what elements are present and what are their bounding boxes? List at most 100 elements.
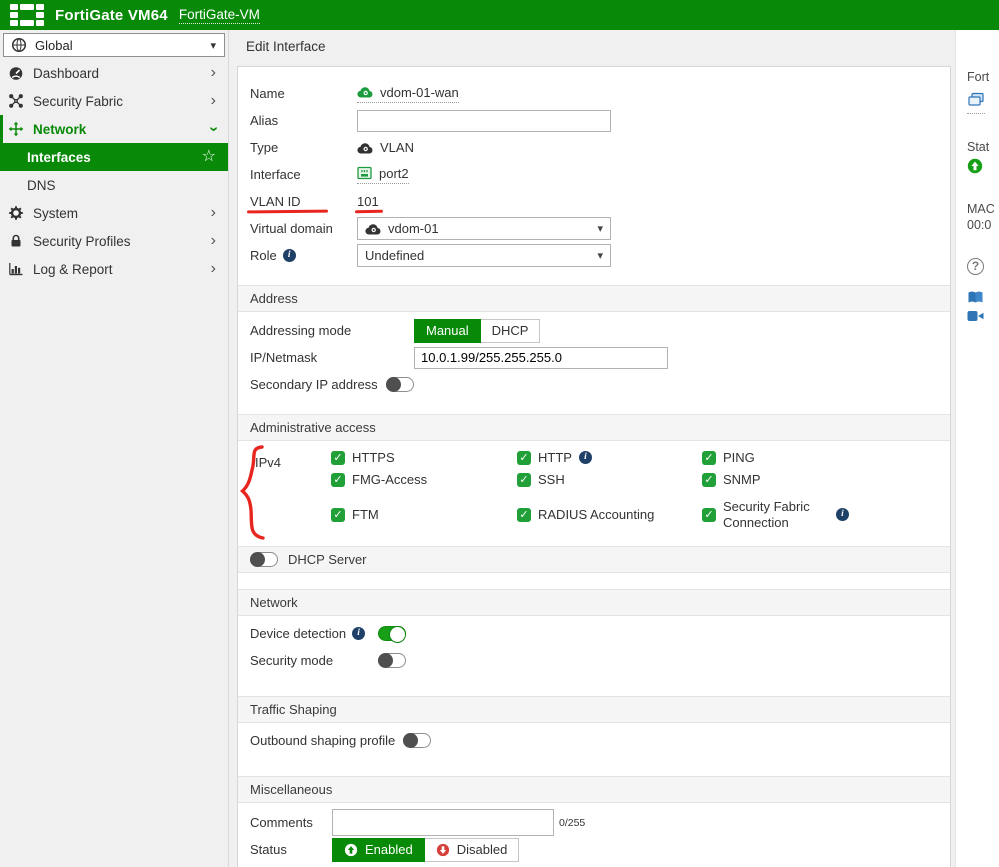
arrow-down-circle-icon [436, 843, 450, 857]
virtual-domain-label: Virtual domain [250, 221, 357, 236]
ip-netmask-input[interactable] [414, 347, 668, 369]
interface-row: Interface port2 [238, 161, 950, 188]
status-disabled-button[interactable]: Disabled [425, 838, 520, 862]
checkbox-checked-icon[interactable] [517, 473, 531, 487]
device-detection-row: Device detection [238, 620, 950, 647]
sidebar-item-network[interactable]: Network › [0, 115, 228, 143]
main-content: Edit Interface Name vdom-01-wan Alias Ty… [229, 30, 955, 867]
arrow-up-circle-icon [344, 843, 358, 857]
vlan-id-label: VLAN ID [250, 194, 357, 209]
checkbox-http[interactable]: HTTP [517, 450, 702, 465]
port-icon [357, 166, 372, 180]
checkbox-checked-icon[interactable] [702, 451, 716, 465]
vlan-cloud-icon [357, 86, 373, 98]
status-segmented: Enabled Disabled [332, 838, 519, 862]
checkbox-ping[interactable]: PING [702, 450, 914, 465]
checkbox-radius-accounting[interactable]: RADIUS Accounting [517, 507, 702, 522]
section-title: Miscellaneous [250, 782, 332, 797]
alias-row: Alias [238, 107, 950, 134]
info-icon[interactable] [579, 451, 592, 464]
miscellaneous-section-header: Miscellaneous [238, 776, 950, 803]
sidebar-item-security-profiles[interactable]: Security Profiles › [0, 227, 228, 255]
checkbox-checked-icon[interactable] [517, 451, 531, 465]
right-info-panel: Fort Stat MAC 00:0 [955, 30, 999, 867]
checkbox-checked-icon[interactable] [331, 451, 345, 465]
virtual-domain-value: vdom-01 [388, 221, 439, 236]
stacked-copies-icon [967, 92, 985, 108]
outbound-shaping-toggle[interactable] [403, 733, 431, 748]
section-title: Administrative access [250, 420, 376, 435]
checkbox-checked-icon[interactable] [702, 473, 716, 487]
sidebar-item-label: Network [33, 122, 86, 137]
section-title: DHCP Server [288, 552, 367, 567]
comments-textarea[interactable] [332, 809, 554, 836]
video-tutorial-icon[interactable] [967, 310, 984, 325]
sidebar-item-label: Dashboard [33, 66, 99, 81]
sidebar-item-label: Log & Report [33, 262, 113, 277]
chevron-right-icon: › [211, 205, 216, 221]
sidebar-item-label: Security Fabric [33, 94, 123, 109]
info-icon[interactable] [283, 249, 296, 262]
references-icon[interactable] [967, 92, 985, 114]
sidebar-item-security-fabric[interactable]: Security Fabric › [0, 87, 228, 115]
addressing-mode-dhcp-button[interactable]: DHCP [481, 319, 541, 343]
info-icon[interactable] [352, 627, 365, 640]
info-icon[interactable] [836, 508, 849, 521]
security-mode-row: Security mode [238, 647, 950, 674]
checkbox-checked-icon[interactable] [517, 508, 531, 522]
sidebar-item-system[interactable]: System › [0, 199, 228, 227]
checkbox-ssh[interactable]: SSH [517, 472, 702, 487]
checkbox-https[interactable]: HTTPS [331, 450, 517, 465]
status-enabled-button[interactable]: Enabled [332, 838, 425, 862]
chevron-down-icon: › [205, 126, 221, 131]
addressing-mode-manual-button[interactable]: Manual [414, 319, 481, 343]
virtual-domain-select[interactable]: vdom-01 ▾ [357, 217, 611, 240]
chevron-right-icon: › [211, 93, 216, 109]
secondary-ip-row: Secondary IP address [238, 371, 950, 398]
red-annotation-underline-label [247, 210, 328, 214]
sidebar: Global ▾ Dashboard › Security Fabric › N… [0, 30, 229, 867]
secondary-ip-toggle[interactable] [386, 377, 414, 392]
vlan-id-value[interactable]: 101 [357, 194, 379, 209]
admin-access-body: IPv4 HTTPS HTTP PING [238, 441, 950, 544]
checkbox-fmg-access[interactable]: FMG-Access [331, 472, 517, 487]
vdom-selector[interactable]: Global ▾ [3, 33, 225, 57]
sidebar-item-interfaces[interactable]: Interfaces ☆ [0, 143, 228, 171]
interface-name-link[interactable]: vdom-01-wan [357, 85, 459, 103]
fortigate-app: FortiGate VM64 FortiGate-VM Global ▾ Das… [0, 0, 999, 867]
documentation-book-icon[interactable] [967, 290, 984, 308]
alias-label: Alias [250, 113, 357, 128]
sidebar-item-dns[interactable]: DNS [0, 171, 228, 199]
parent-interface-link[interactable]: port2 [357, 166, 409, 184]
dhcp-server-toggle[interactable] [250, 552, 278, 567]
chevron-down-icon: ▾ [597, 222, 603, 235]
vdom-cloud-icon [365, 223, 381, 235]
sidebar-item-label: Interfaces [27, 150, 91, 165]
vdom-selector-label: Global [35, 38, 73, 53]
name-row: Name vdom-01-wan [238, 80, 950, 107]
checkbox-security-fabric-connection[interactable]: Security Fabric Connection [702, 499, 914, 530]
checkbox-ftm[interactable]: FTM [331, 507, 517, 522]
network-icon [8, 121, 24, 137]
edit-interface-form: Name vdom-01-wan Alias Type VLAN [237, 66, 951, 867]
help-icon[interactable] [967, 258, 984, 275]
security-mode-toggle[interactable] [378, 653, 406, 668]
outbound-shaping-row: Outbound shaping profile [238, 727, 950, 754]
checkbox-checked-icon[interactable] [331, 473, 345, 487]
hostname-menu[interactable]: FortiGate-VM [179, 7, 260, 24]
checkbox-snmp[interactable]: SNMP [702, 472, 914, 487]
sidebar-item-log-report[interactable]: Log & Report › [0, 255, 228, 283]
role-row: Role Undefined ▾ [238, 242, 950, 269]
role-value: Undefined [365, 248, 424, 263]
sidebar-menu: Dashboard › Security Fabric › Network › … [0, 59, 228, 283]
dashboard-icon [8, 65, 24, 81]
sidebar-item-dashboard[interactable]: Dashboard › [0, 59, 228, 87]
section-title: Traffic Shaping [250, 702, 337, 717]
type-row: Type VLAN [238, 134, 950, 161]
checkbox-checked-icon[interactable] [331, 508, 345, 522]
device-detection-toggle[interactable] [378, 626, 406, 641]
favorite-star-icon[interactable]: ☆ [202, 149, 216, 165]
checkbox-checked-icon[interactable] [702, 508, 716, 522]
alias-input[interactable] [357, 110, 611, 132]
role-select[interactable]: Undefined ▾ [357, 244, 611, 267]
